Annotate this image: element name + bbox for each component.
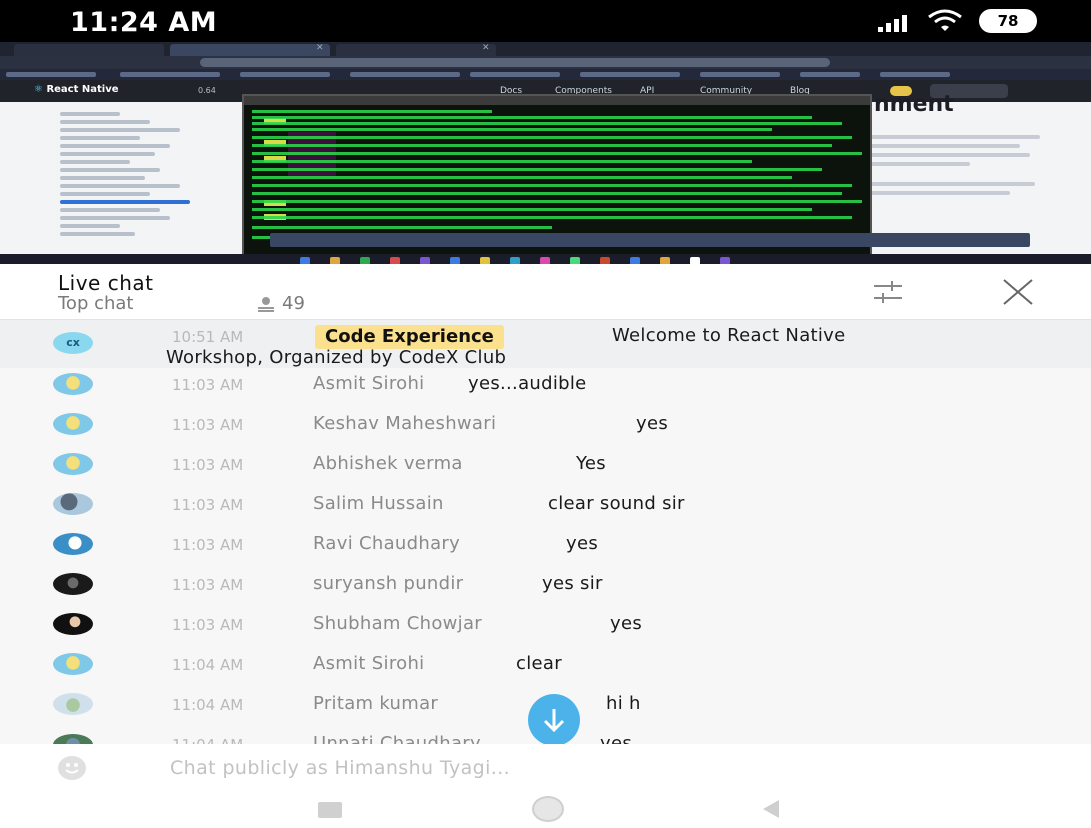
avatar [53, 573, 93, 595]
browser-address-bar [0, 56, 1091, 69]
list-item[interactable]: 11:03 AM Asmit Sirohi yes...audible [0, 368, 1091, 408]
message-time: 11:03 AM [172, 496, 244, 514]
message-author[interactable]: Ravi Chaudhary [313, 533, 460, 554]
list-item[interactable]: 11:03 AM suryansh pundir yes sir [0, 568, 1091, 608]
bookmarks-bar [0, 69, 1091, 80]
list-item[interactable]: 11:03 AM Ravi Chaudhary yes [0, 528, 1091, 568]
message-time: 10:51 AM [172, 328, 244, 346]
chat-mode-selector[interactable]: Top chat [58, 293, 134, 314]
message-author[interactable]: Pritam kumar [313, 693, 438, 714]
message-text: yes...audible [468, 373, 587, 394]
avatar [53, 413, 93, 435]
list-item[interactable]: 11:03 AM Keshav Maheshwari yes [0, 408, 1091, 448]
message-text: yes [566, 533, 599, 554]
chat-input-bar [0, 744, 1091, 792]
doc-heading: nment [874, 92, 954, 117]
message-author[interactable]: suryansh pundir [313, 573, 463, 594]
message-text: clear [516, 653, 562, 674]
message-time: 11:04 AM [172, 656, 244, 674]
chat-message-input[interactable] [170, 754, 930, 782]
message-text: clear sound sir [548, 493, 685, 514]
avatar [53, 693, 93, 715]
rn-version: 0.64 [198, 86, 216, 95]
avatar [53, 734, 93, 744]
message-time: 11:03 AM [172, 376, 244, 394]
message-text: Welcome to React Native [612, 325, 846, 346]
avatar [53, 373, 93, 395]
owner-author-badge[interactable]: Code Experience [315, 325, 504, 349]
avatar [53, 613, 93, 635]
avatar [53, 453, 93, 475]
message-text: yes [610, 613, 643, 634]
message-time: 11:04 AM [172, 696, 244, 714]
status-bar: 11:24 AM 78 [0, 0, 1091, 42]
chat-title: Live chat [58, 271, 154, 295]
message-author[interactable]: Unnati Chaudhary [313, 733, 481, 744]
wifi-icon [928, 9, 962, 31]
list-item[interactable]: 11:03 AM Abhishek verma Yes [0, 448, 1091, 488]
arrow-down-icon [543, 709, 565, 733]
browser-tab-strip: ✕ ✕ [0, 42, 1091, 56]
message-time: 11:03 AM [172, 616, 244, 634]
recent-apps-button[interactable] [318, 802, 342, 818]
system-nav-bar [0, 792, 1091, 828]
message-author[interactable]: Asmit Sirohi [313, 653, 424, 674]
message-author[interactable]: Keshav Maheshwari [313, 413, 496, 434]
chat-messages[interactable]: cx 10:51 AM Code Experience Welcome to R… [0, 320, 1091, 744]
pinned-message[interactable]: cx 10:51 AM Code Experience Welcome to R… [0, 320, 1091, 368]
avatar [53, 653, 93, 675]
message-text: yes sir [542, 573, 603, 594]
screen-share-banner [270, 233, 1030, 247]
list-item[interactable]: 11:03 AM Salim Hussain clear sound sir [0, 488, 1091, 528]
chat-header: Live chat Top chat 49 [0, 264, 1091, 320]
message-text: yes [636, 413, 669, 434]
doc-sidebar [60, 108, 215, 258]
emoji-icon[interactable] [58, 756, 86, 780]
message-text: Yes [576, 453, 606, 474]
list-item[interactable]: 11:04 AM Asmit Sirohi clear [0, 648, 1091, 688]
battery-icon: 78 [979, 9, 1037, 33]
close-icon[interactable] [1000, 274, 1036, 310]
list-item[interactable]: 11:03 AM Shubham Chowjar yes [0, 608, 1091, 648]
message-author[interactable]: Abhishek verma [313, 453, 463, 474]
avatar: cx [53, 332, 93, 354]
avatar [53, 493, 93, 515]
message-author[interactable]: Shubham Chowjar [313, 613, 482, 634]
message-author[interactable]: Asmit Sirohi [313, 373, 424, 394]
react-native-logo: ⚛ React Native [34, 84, 119, 95]
os-taskbar [0, 254, 1091, 264]
status-time: 11:24 AM [70, 7, 218, 38]
sliders-icon[interactable] [872, 278, 904, 306]
message-author[interactable]: Salim Hussain [313, 493, 444, 514]
avatar [53, 533, 93, 555]
message-text: yes [600, 733, 633, 744]
message-time: 11:03 AM [172, 416, 244, 434]
stream-preview[interactable]: ✕ ✕ ⚛ React Native 0.64 Docs Components … [0, 42, 1091, 264]
message-text: hi h [606, 693, 641, 714]
message-time: 11:04 AM [172, 736, 243, 744]
message-time: 11:03 AM [172, 536, 244, 554]
message-text-continued: Workshop, Organized by CodeX Club [166, 347, 507, 368]
back-button[interactable] [763, 800, 779, 818]
message-time: 11:03 AM [172, 576, 244, 594]
message-time: 11:03 AM [172, 456, 244, 474]
people-icon [258, 297, 274, 312]
signal-icon [878, 12, 907, 32]
doc-body [870, 130, 1050, 200]
viewer-count: 49 [282, 293, 305, 314]
scroll-to-bottom-button[interactable] [528, 694, 580, 744]
home-button[interactable] [532, 796, 564, 822]
battery-level: 78 [997, 12, 1019, 30]
